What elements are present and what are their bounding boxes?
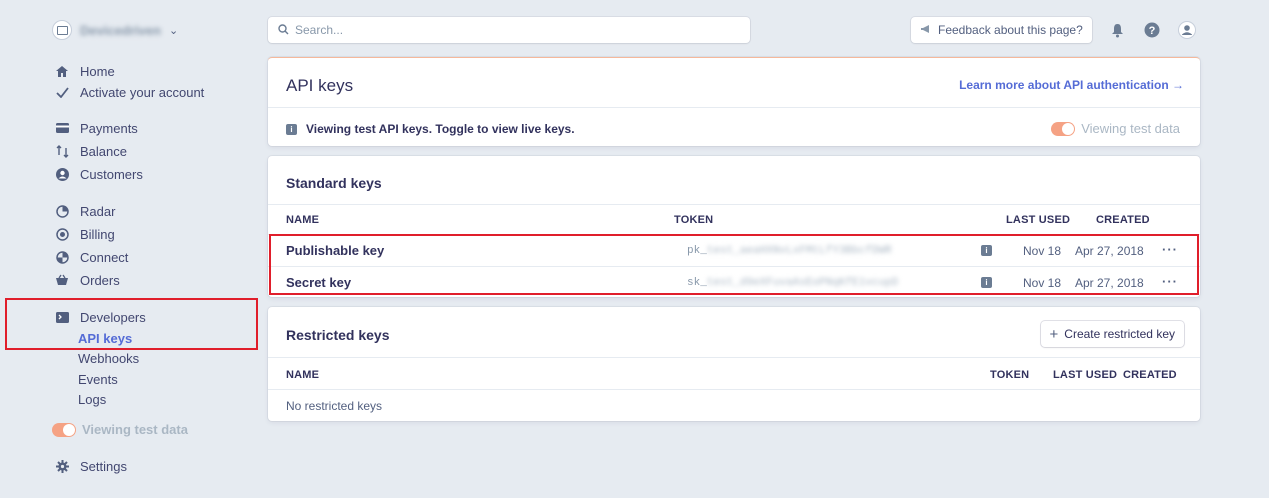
search-icon — [278, 23, 289, 38]
create-restricted-key-button[interactable]: + Create restricted key — [1040, 321, 1184, 347]
column-header-name: NAME — [286, 369, 320, 381]
sidebar-subitem-logs[interactable]: Logs — [78, 391, 106, 409]
learn-more-link[interactable]: Learn more about API authentication → — [959, 78, 1184, 92]
terminal-icon — [54, 309, 70, 325]
sidebar-item-settings[interactable]: Settings — [54, 456, 127, 476]
megaphone-icon — [920, 23, 932, 37]
info-icon[interactable]: i — [981, 277, 992, 288]
more-actions-icon[interactable]: ··· — [1162, 242, 1178, 257]
customer-icon — [54, 166, 70, 182]
plus-icon: + — [1049, 325, 1059, 343]
last-used: Nov 18 — [1023, 244, 1062, 258]
balance-icon — [54, 143, 70, 159]
sidebar-item-radar[interactable]: Radar — [54, 201, 115, 221]
help-icon[interactable]: ? — [1142, 20, 1162, 40]
sidebar-subitem-api-keys[interactable]: API keys — [78, 330, 132, 348]
test-data-toggle[interactable]: Viewing test data — [1051, 121, 1180, 136]
sidebar-item-label: Activate your account — [80, 84, 205, 100]
toggle-switch[interactable] — [52, 422, 76, 437]
sidebar-item-billing[interactable]: Billing — [54, 224, 115, 244]
svg-text:?: ? — [1149, 25, 1156, 37]
sidebar-item-label: Settings — [80, 458, 127, 474]
column-header-token: TOKEN — [990, 369, 1030, 381]
info-icon: i — [286, 123, 297, 135]
payments-icon — [54, 120, 70, 136]
checkmark-icon — [54, 84, 70, 100]
banner-text: Viewing test API keys. Toggle to view li… — [306, 122, 575, 136]
test-mode-banner: i Viewing test API keys. Toggle to view … — [286, 122, 575, 136]
feedback-button[interactable]: Feedback about this page? — [911, 17, 1092, 43]
sidebar-item-connect[interactable]: Connect — [54, 247, 128, 267]
bell-icon[interactable] — [1107, 20, 1127, 40]
key-token[interactable]: pk_test_aeaHXNvLxFMtLfY3BbcfDWR — [687, 245, 892, 257]
search-input[interactable] — [295, 23, 725, 37]
api-keys-card: API keys Learn more about API authentica… — [268, 57, 1200, 146]
billing-icon — [54, 226, 70, 242]
column-header-token: TOKEN — [674, 214, 714, 226]
gear-icon — [54, 458, 70, 474]
column-header-created: CREATED — [1096, 214, 1150, 226]
column-header-name: NAME — [286, 214, 320, 226]
sidebar-item-label: Home — [80, 63, 115, 79]
restricted-keys-card: Restricted keys + Create restricted key … — [268, 307, 1200, 421]
chevron-down-icon: ⌄ — [168, 24, 179, 37]
sidebar-item-label: Payments — [80, 120, 138, 136]
sidebar-item-label: Radar — [80, 203, 116, 219]
account-name: Devicedriven — [80, 22, 161, 38]
account-icon — [52, 20, 72, 40]
page-title: API keys — [286, 76, 354, 95]
sidebar-item-label: Connect — [80, 249, 129, 265]
sidebar-item-label: Balance — [80, 143, 127, 159]
column-header-created: CREATED — [1123, 369, 1177, 381]
sidebar-item-orders[interactable]: Orders — [54, 270, 120, 290]
button-label: Create restricted key — [1064, 327, 1175, 341]
sidebar-subitem-webhooks[interactable]: Webhooks — [78, 350, 139, 368]
feedback-label: Feedback about this page? — [938, 23, 1083, 37]
info-icon[interactable]: i — [981, 245, 992, 256]
key-token[interactable]: sk_test_d9eXFuvaAsEoPNqKfE1vcupD — [687, 277, 898, 289]
search-bar[interactable] — [268, 17, 750, 43]
sidebar-item-label: Billing — [80, 226, 115, 242]
toggle-switch[interactable] — [1051, 121, 1076, 136]
key-name: Publishable key — [286, 243, 385, 258]
created-date: Apr 27, 2018 — [1075, 276, 1144, 290]
connect-icon — [54, 249, 70, 265]
column-header-last-used: LAST USED — [1006, 214, 1071, 226]
sidebar: Devicedriven ⌄ Home Activate your accoun… — [0, 0, 262, 498]
sidebar-item-home[interactable]: Home — [54, 61, 115, 81]
sidebar-item-customers[interactable]: Customers — [54, 164, 143, 184]
table-row[interactable]: Publishable key pk_test_aeaHXNvLxFMtLfY3… — [268, 235, 1200, 266]
orders-icon — [54, 272, 70, 288]
toggle-label: Viewing test data — [82, 422, 188, 437]
radar-icon — [54, 203, 70, 219]
account-switcher[interactable]: Devicedriven ⌄ — [52, 20, 178, 40]
created-date: Apr 27, 2018 — [1075, 244, 1144, 258]
sidebar-item-balance[interactable]: Balance — [54, 141, 127, 161]
empty-state-text: No restricted keys — [286, 399, 383, 413]
section-title: Standard keys — [286, 175, 382, 191]
sidebar-subitem-events[interactable]: Events — [78, 371, 118, 389]
sidebar-item-label: Orders — [80, 272, 120, 288]
more-actions-icon[interactable]: ··· — [1162, 274, 1178, 289]
last-used: Nov 18 — [1023, 276, 1062, 290]
section-title: Restricted keys — [286, 327, 390, 343]
column-header-last-used: LAST USED — [1053, 369, 1118, 381]
sidebar-item-activate[interactable]: Activate your account — [54, 82, 204, 102]
standard-keys-card: Standard keys NAME TOKEN LAST USED CREAT… — [268, 156, 1200, 297]
key-name: Secret key — [286, 275, 352, 290]
toggle-label: Viewing test data — [1081, 121, 1180, 136]
sidebar-item-label: Customers — [80, 166, 143, 182]
sidebar-item-developers[interactable]: Developers — [54, 307, 146, 327]
sidebar-item-label: Developers — [80, 309, 146, 325]
user-avatar-icon[interactable] — [1177, 20, 1197, 40]
sidebar-test-data-toggle[interactable]: Viewing test data — [52, 422, 188, 437]
sidebar-item-payments[interactable]: Payments — [54, 118, 138, 138]
home-icon — [54, 63, 70, 79]
table-row[interactable]: Secret key sk_test_d9eXFuvaAsEoPNqKfE1vc… — [268, 267, 1200, 297]
